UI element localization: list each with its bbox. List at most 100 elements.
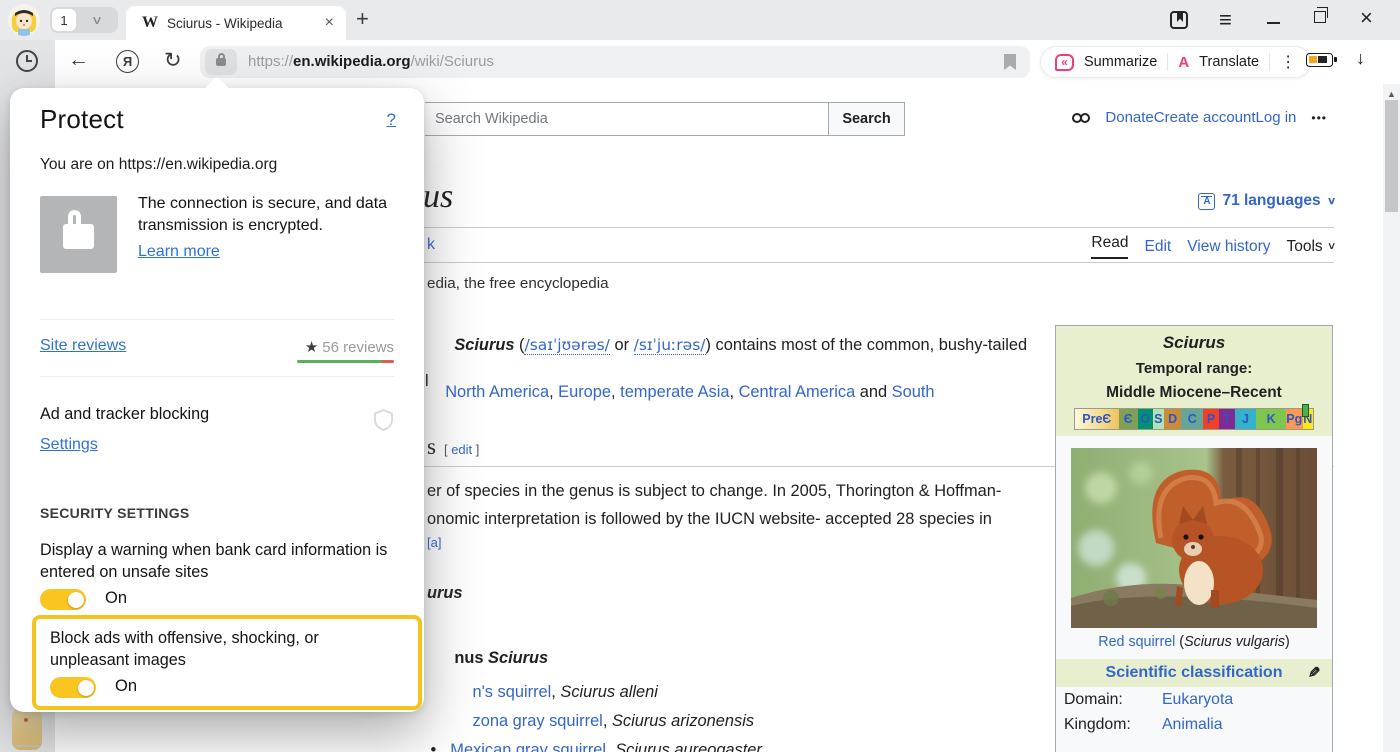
back-icon[interactable]: ← [68, 48, 89, 72]
languages-button[interactable]: A 71 languages ∨ [1198, 192, 1335, 210]
page-title-fragment: us [423, 178, 453, 216]
close-window-button[interactable]: × [1360, 5, 1373, 31]
appearance-glasses-icon[interactable] [1072, 113, 1090, 123]
toggle-state-label: On [105, 589, 127, 608]
search-button[interactable]: Search [828, 102, 905, 136]
geologic-timescale[interactable]: PreЄЄOSDCPTJKPgN [1074, 408, 1314, 430]
sidebar-bottom-icon[interactable] [12, 708, 42, 750]
species-list-item: •Mexican gray squirrel, Sciurus aureogas… [385, 722, 762, 752]
help-icon[interactable]: ? [387, 110, 396, 130]
side-panel-icon[interactable] [1170, 11, 1188, 29]
translate-button[interactable]: Translate [1199, 54, 1259, 70]
divider [40, 376, 394, 377]
wikipedia-favicon: W [142, 14, 158, 32]
close-tab-icon[interactable]: × [323, 14, 336, 32]
tab-tools[interactable]: Tools∨ [1286, 238, 1335, 256]
history-icon[interactable] [16, 50, 38, 72]
yandex-home-icon[interactable]: Я [116, 50, 139, 73]
learn-more-link[interactable]: Learn more [138, 243, 220, 261]
summarize-icon: « [1055, 54, 1074, 71]
timescale-segment[interactable]: Pg [1286, 409, 1303, 429]
geo-link[interactable]: South [892, 383, 935, 401]
scroll-up-icon[interactable]: ▲ [1387, 89, 1396, 99]
site-reviews-link[interactable]: Site reviews [40, 337, 126, 355]
timescale-segment[interactable]: Є [1119, 409, 1138, 429]
edit-section-link[interactable]: edit [451, 442, 472, 457]
more-options-icon[interactable]: ••• [1311, 111, 1327, 125]
edit-pencil-icon[interactable]: ✎ [1305, 666, 1323, 679]
tab-edit[interactable]: Edit [1144, 238, 1171, 256]
nav-link[interactable]: Create account [1154, 109, 1256, 126]
timescale-segment[interactable]: J [1235, 409, 1257, 429]
battery-icon[interactable] [1306, 53, 1333, 67]
timescale-segment[interactable]: C [1181, 409, 1203, 429]
species-para-line1: er of species in the genus is subject to… [427, 482, 1001, 501]
menu-icon[interactable]: ≡ [1219, 7, 1232, 33]
geo-link[interactable]: North America [445, 383, 549, 401]
footnote-link[interactable]: [a] [427, 535, 441, 550]
taxobox-header: Sciurus Temporal range: Middle Miocene–R… [1056, 326, 1332, 436]
species-link[interactable]: Mexican gray squirrel [450, 741, 606, 752]
tab-view-history[interactable]: View history [1187, 238, 1270, 256]
timescale-segment[interactable]: S [1153, 409, 1164, 429]
security-lock-badge[interactable] [205, 49, 237, 75]
address-bar[interactable]: https://en.wikipedia.org/wiki/Sciurus [200, 46, 1030, 78]
classification-link[interactable]: Scientific classification [1106, 664, 1283, 681]
tab-sciurus[interactable]: W Sciurus - Wikipedia × [126, 6, 346, 40]
bookmark-icon[interactable] [1004, 54, 1016, 70]
timescale-segment[interactable]: D [1164, 409, 1181, 429]
taxonomy-value-link[interactable]: Eukaryota [1162, 691, 1233, 709]
geo-link[interactable]: Europe [558, 383, 611, 401]
intro-line3-fragment[interactable]: l [425, 372, 429, 391]
geo-link[interactable]: temperate Asia [620, 383, 729, 401]
caption-link[interactable]: Red squirrel [1098, 634, 1175, 650]
chevron-down-icon[interactable]: ∨ [68, 13, 127, 27]
bookmark-flag [1177, 11, 1183, 22]
reload-icon[interactable]: ↻ [164, 48, 182, 73]
settings-link[interactable]: Settings [40, 436, 98, 454]
block-shocking-ads-toggle[interactable] [50, 677, 96, 698]
profile-avatar[interactable] [8, 4, 40, 36]
page-scrollbar[interactable]: ▲ [1383, 84, 1400, 752]
timescale-segment[interactable]: PreЄ [1075, 409, 1119, 429]
url-text: https://en.wikipedia.org/wiki/Sciurus [248, 53, 494, 70]
taxobox: Sciurus Temporal range: Middle Miocene–R… [1055, 325, 1333, 752]
minimize-button[interactable] [1267, 22, 1280, 24]
maximize-button[interactable] [1314, 11, 1326, 23]
tagline-fragment: edia, the free encyclopedia [427, 275, 609, 292]
chevron-down-icon: ∨ [1327, 196, 1337, 207]
restore-icon [1317, 7, 1328, 18]
bank-card-warning-toggle[interactable] [40, 589, 86, 610]
new-tab-button[interactable]: + [356, 6, 369, 32]
site-status-line: You are on https://en.wikipedia.org [40, 156, 277, 174]
languages-label: 71 languages [1222, 192, 1320, 210]
protect-popup: Protect ? You are on https://en.wikipedi… [10, 88, 424, 712]
lock-icon [216, 58, 226, 66]
bank-card-warning-label: Display a warning when bank card informa… [40, 540, 392, 583]
tab-title: Sciurus - Wikipedia [167, 16, 323, 31]
timescale-segment[interactable]: K [1256, 409, 1286, 429]
talk-tab-fragment[interactable]: k [427, 236, 435, 254]
search-input[interactable]: Search Wikipedia [425, 102, 829, 136]
summarize-button[interactable]: Summarize [1084, 54, 1157, 70]
shield-icon [374, 409, 393, 431]
tab-read[interactable]: Read [1091, 234, 1128, 259]
timescale-segment[interactable]: O [1138, 409, 1153, 429]
lock-tile [40, 196, 117, 273]
taxonomy-value-link[interactable]: Animalia [1162, 716, 1223, 734]
nav-link[interactable]: Log in [1256, 109, 1297, 126]
geo-link[interactable]: Central America [739, 383, 856, 401]
timescale-segment[interactable]: T [1219, 409, 1235, 429]
taxonomy-row: Kingdom: Animalia [1056, 712, 1332, 737]
view-tabs: Read Edit View history Tools∨ [1091, 234, 1335, 259]
timescale-segment[interactable]: P [1203, 409, 1219, 429]
downloads-icon[interactable]: ↓ [1356, 48, 1365, 69]
red-squirrel-photo[interactable] [1071, 448, 1317, 628]
tab-counter[interactable]: 1 ∨ [50, 7, 118, 33]
scrollbar-thumb[interactable] [1385, 100, 1398, 212]
reviews-summary[interactable]: ★56 reviews [305, 338, 394, 356]
secure-connection-text: The connection is secure, and data trans… [138, 193, 406, 236]
temporal-range-label: Temporal range: [1060, 360, 1328, 377]
more-actions-icon[interactable]: ⋮ [1280, 52, 1296, 72]
nav-link[interactable]: Donate [1105, 109, 1153, 126]
